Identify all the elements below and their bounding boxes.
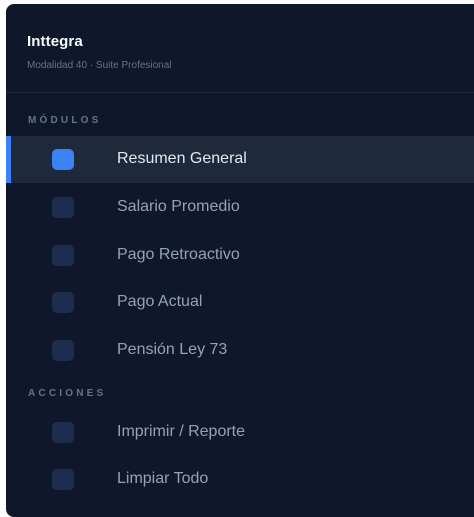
brand-header: Inttegra Modalidad 40 · Suite Profesiona… (6, 4, 474, 93)
sidebar-item-label: Resumen General (117, 150, 247, 167)
sidebar: Inttegra Modalidad 40 · Suite Profesiona… (6, 4, 474, 517)
sidebar-item-label: Pago Retroactivo (117, 246, 240, 263)
pago-actual-icon (52, 292, 74, 313)
sidebar-item-label: Salario Promedio (117, 198, 240, 215)
sidebar-item-pension-ley-73[interactable]: Pensión Ley 73 (6, 327, 474, 374)
sidebar-item-pago-actual[interactable]: Pago Actual (6, 279, 474, 326)
salario-promedio-icon (52, 197, 74, 218)
pago-retroactivo-icon (52, 245, 74, 266)
sidebar-item-label: Pago Actual (117, 293, 203, 310)
app-subtitle: Modalidad 40 · Suite Profesional (27, 60, 172, 71)
action-item-label: Limpiar Todo (117, 470, 209, 487)
sidebar-item-salario-promedio[interactable]: Salario Promedio (6, 184, 474, 231)
sidebar-item-resumen-general[interactable]: Resumen General (6, 136, 474, 183)
resumen-general-icon (52, 149, 74, 170)
clear-icon (52, 469, 74, 490)
sidebar-item-pago-retroactivo[interactable]: Pago Retroactivo (6, 232, 474, 279)
action-item-limpiar-todo[interactable]: Limpiar Todo (6, 456, 474, 503)
pension-ley-73-icon (52, 340, 74, 361)
action-item-label: Imprimir / Reporte (117, 423, 246, 440)
section-label-actions: ACCIONES (28, 388, 107, 399)
section-label-modules: MÓDULOS (28, 115, 102, 126)
sidebar-item-label: Pensión Ley 73 (117, 341, 228, 358)
print-icon (52, 422, 74, 443)
app-title: Inttegra (27, 33, 83, 50)
action-item-imprimir-reporte[interactable]: Imprimir / Reporte (6, 409, 474, 456)
